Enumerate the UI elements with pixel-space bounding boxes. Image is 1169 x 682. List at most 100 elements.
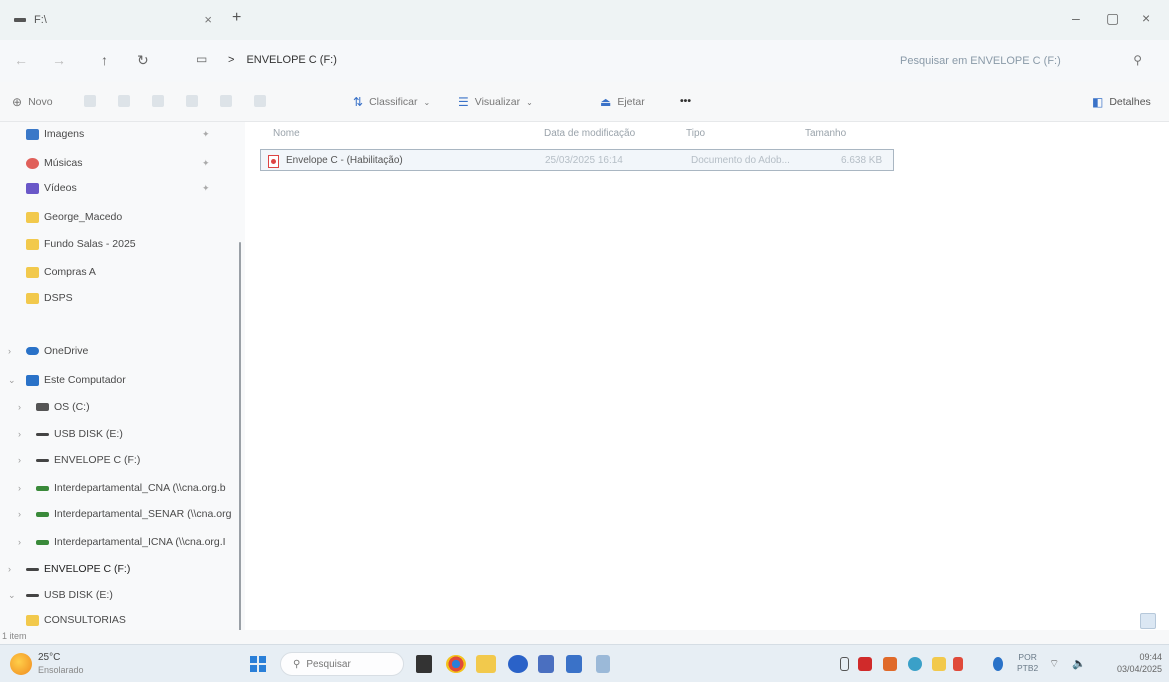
refresh-icon[interactable]: ↻ xyxy=(137,52,149,69)
chevron-right-icon[interactable]: › xyxy=(18,483,21,493)
sidebar-item-interdepartamental-senar[interactable]: › Interdepartamental_SENAR (\\cna.org xyxy=(0,503,245,525)
sidebar-item-label: Interdepartamental_ICNA (\\cna.org.I xyxy=(54,536,226,548)
breadcrumb-location[interactable]: ENVELOPE C (F:) xyxy=(246,54,336,66)
column-header-name[interactable]: Nome xyxy=(273,128,300,139)
app-tray-icon[interactable] xyxy=(883,657,897,671)
sidebar-item-musicas[interactable]: Músicas ✦ xyxy=(0,152,245,174)
sidebar-item-label: USB DISK (E:) xyxy=(54,428,123,440)
rename-icon[interactable] xyxy=(186,95,198,107)
sidebar-item-label: OneDrive xyxy=(44,345,89,357)
weather-temperature[interactable]: 25°C xyxy=(38,652,60,663)
tab-current[interactable]: F:\ × xyxy=(8,6,222,34)
item-count: 1 item xyxy=(2,631,27,641)
file-modified: 25/03/2025 16:14 xyxy=(545,155,623,166)
search-box[interactable]: Pesquisar em ENVELOPE C (F:) ⚲ xyxy=(880,49,1156,73)
copy-icon[interactable] xyxy=(118,95,130,107)
tab-close-button[interactable]: × xyxy=(204,12,212,27)
eject-icon: ⏏ xyxy=(600,95,612,109)
cut-icon[interactable] xyxy=(84,95,96,107)
pdf-tray-icon[interactable] xyxy=(858,657,872,671)
outlook-icon[interactable] xyxy=(566,655,582,673)
task-view-icon[interactable] xyxy=(416,655,432,673)
chevron-right-icon[interactable]: › xyxy=(18,402,21,412)
sidebar-item-envelope-c[interactable]: › ENVELOPE C (F:) xyxy=(0,449,245,471)
sidebar-item-usb-disk-root[interactable]: ⌄ USB DISK (E:) xyxy=(0,584,245,606)
file-explorer-icon[interactable] xyxy=(476,655,496,673)
chevron-right-icon[interactable]: › xyxy=(18,429,21,439)
language-indicator[interactable]: POR PTB2 xyxy=(1017,652,1038,674)
sidebar-item-george-macedo[interactable]: George_Macedo xyxy=(0,206,245,228)
folder-icon xyxy=(26,292,39,304)
close-button[interactable]: × xyxy=(1142,10,1150,26)
sidebar-item-fundo-salas[interactable]: Fundo Salas - 2025 xyxy=(0,233,245,255)
sort-button[interactable]: ⇅ Classificar ⌄ xyxy=(353,95,430,109)
pictures-icon xyxy=(26,128,39,140)
view-label: Visualizar xyxy=(474,96,521,108)
back-icon[interactable]: ← xyxy=(14,52,28,68)
new-tab-button[interactable]: + xyxy=(232,9,241,27)
delete-icon[interactable] xyxy=(254,95,266,107)
teams-icon[interactable] xyxy=(538,655,554,673)
wifi-icon[interactable]: ⌔ xyxy=(1049,657,1059,671)
sidebar-item-compras-a[interactable]: Compras A xyxy=(0,261,245,283)
eject-button[interactable]: ⏏ Ejetar xyxy=(600,95,645,109)
up-icon[interactable]: ↑ xyxy=(101,52,108,68)
weather-sun-icon[interactable] xyxy=(10,653,32,675)
breadcrumb[interactable]: > ENVELOPE C (F:) xyxy=(228,54,337,66)
folder-tray-icon[interactable] xyxy=(932,657,946,671)
chevron-right-icon[interactable]: › xyxy=(18,537,21,547)
column-header-size[interactable]: Tamanho xyxy=(805,128,846,139)
start-button[interactable] xyxy=(250,656,266,672)
sidebar-item-envelope-c-root[interactable]: › ENVELOPE C (F:) xyxy=(0,558,245,580)
folder-icon xyxy=(26,211,39,223)
column-header-modified[interactable]: Data de modificação xyxy=(544,128,635,139)
column-header-type[interactable]: Tipo xyxy=(686,128,705,139)
taskbar-search[interactable]: ⚲ Pesquisar xyxy=(280,652,404,676)
security-tray-icon[interactable] xyxy=(953,657,963,671)
chevron-down-icon[interactable]: ⌄ xyxy=(8,590,16,601)
paste-icon[interactable] xyxy=(152,95,164,107)
details-button[interactable]: ◧ Detalhes xyxy=(1092,95,1151,109)
sidebar-item-usb-disk-e[interactable]: › USB DISK (E:) xyxy=(0,423,245,445)
taskbar-search-placeholder: Pesquisar xyxy=(306,658,351,670)
chevron-down-icon[interactable]: ⌄ xyxy=(8,375,16,386)
clock[interactable]: 09:44 03/04/2025 xyxy=(1112,651,1162,675)
pdf-file-icon xyxy=(268,155,279,168)
title-bar: F:\ × + – ▢ × xyxy=(0,0,1169,40)
chevron-right-icon[interactable]: › xyxy=(18,509,21,519)
new-button[interactable]: ⊕ Novo xyxy=(12,95,53,109)
chevron-right-icon[interactable]: › xyxy=(8,346,11,356)
sidebar-item-este-computador[interactable]: ⌄ Este Computador xyxy=(0,369,245,391)
browser-icon[interactable] xyxy=(508,655,528,673)
address-row: ← → ↑ ↻ ▭ > ENVELOPE C (F:) Pesquisar em… xyxy=(0,40,1169,82)
app-icon[interactable] xyxy=(596,655,610,673)
maximize-button[interactable]: ▢ xyxy=(1106,10,1119,27)
chrome-icon[interactable] xyxy=(446,655,466,673)
volume-icon[interactable]: 🔈 xyxy=(1072,657,1086,670)
sidebar-item-interdepartamental-cna[interactable]: › Interdepartamental_CNA (\\cna.org.b xyxy=(0,477,245,499)
table-row[interactable]: Envelope C - (Habilitação) 25/03/2025 16… xyxy=(260,149,894,171)
sidebar-item-dsps[interactable]: DSPS xyxy=(0,287,245,309)
search-icon: ⚲ xyxy=(293,658,301,670)
sidebar-item-os-c[interactable]: › OS (C:) xyxy=(0,396,245,418)
onedrive-tray-icon[interactable] xyxy=(993,657,1003,671)
network-tray-icon[interactable] xyxy=(908,657,922,671)
usb-tray-icon[interactable] xyxy=(840,657,849,671)
sidebar-item-interdepartamental-icna[interactable]: › Interdepartamental_ICNA (\\cna.org.I xyxy=(0,531,245,553)
weather-description[interactable]: Ensolarado xyxy=(38,665,84,675)
share-icon[interactable] xyxy=(220,95,232,107)
pin-icon: ✦ xyxy=(202,157,210,168)
view-button[interactable]: ☰ Visualizar ⌄ xyxy=(458,95,533,109)
chevron-right-icon[interactable]: › xyxy=(18,455,21,465)
details-view-icon[interactable] xyxy=(1140,613,1156,629)
sidebar-item-imagens[interactable]: Imagens ✦ xyxy=(0,123,245,145)
sidebar-item-onedrive[interactable]: › OneDrive xyxy=(0,340,245,362)
sidebar-item-videos[interactable]: Vídeos ✦ xyxy=(0,177,245,199)
more-button[interactable]: ••• xyxy=(680,95,691,107)
forward-icon[interactable]: → xyxy=(52,52,66,68)
sidebar-scrollbar[interactable] xyxy=(239,242,241,642)
music-icon xyxy=(26,157,39,169)
minimize-button[interactable]: – xyxy=(1072,10,1080,26)
chevron-right-icon[interactable]: › xyxy=(8,564,11,574)
sidebar-item-consultorias[interactable]: CONSULTORIAS xyxy=(0,609,245,631)
